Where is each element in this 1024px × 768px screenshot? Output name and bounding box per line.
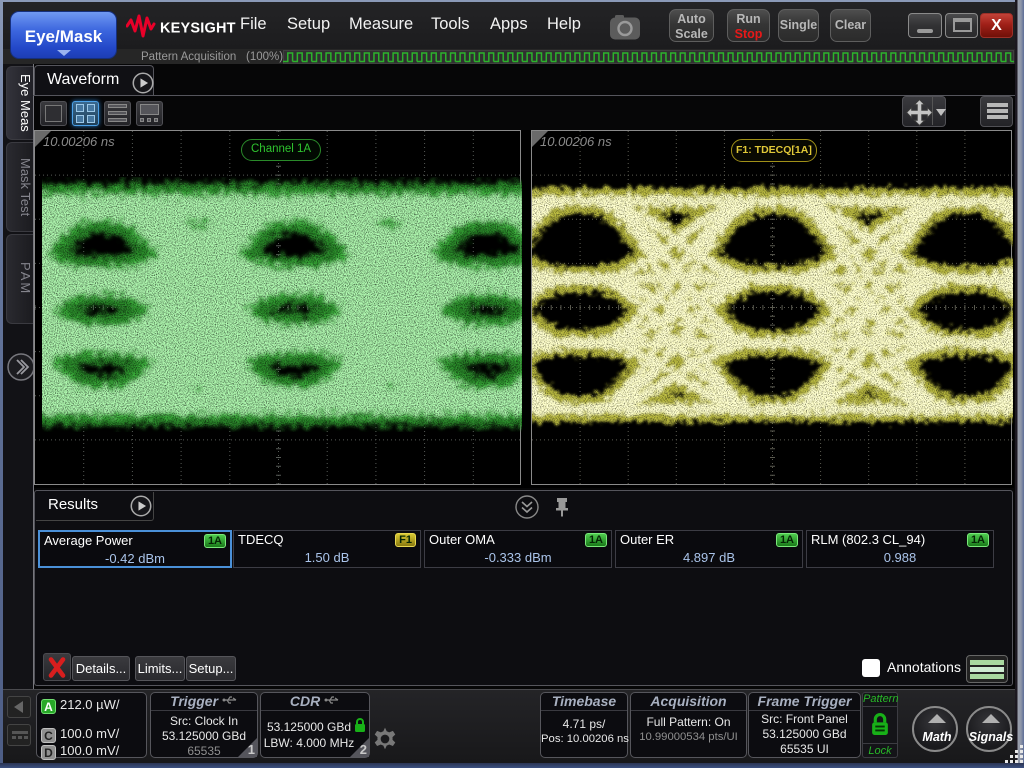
svg-text:KEYSIGHT: KEYSIGHT	[160, 21, 236, 37]
